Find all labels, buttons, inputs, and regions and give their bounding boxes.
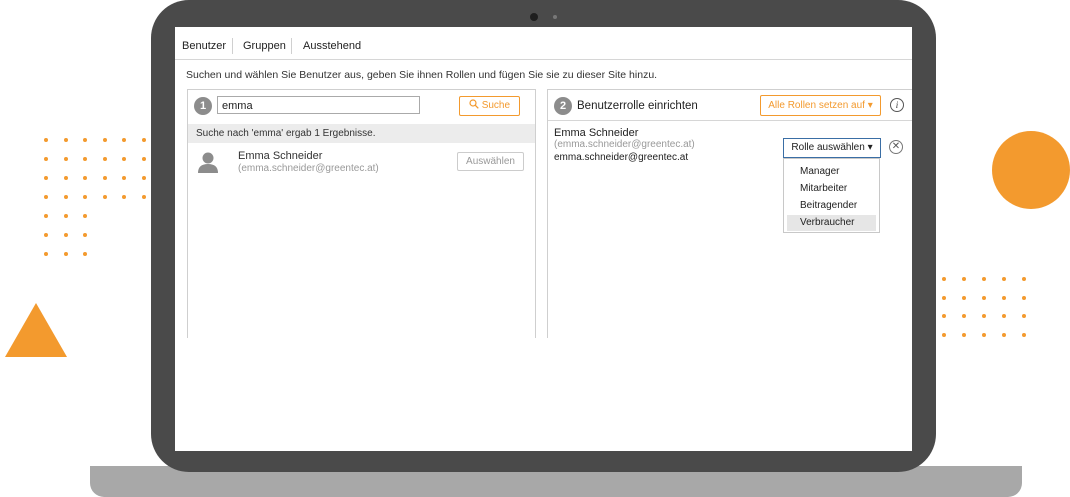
decorative-dot — [982, 295, 986, 300]
user-silhouette-icon — [198, 152, 218, 173]
tab-divider — [291, 38, 292, 54]
decorative-dot — [44, 252, 48, 256]
decorative-dot — [63, 214, 68, 218]
decorative-dot — [1002, 295, 1006, 300]
decorative-dot — [63, 195, 68, 199]
tab-gruppen[interactable]: Gruppen — [243, 40, 286, 52]
decorative-dot — [83, 176, 87, 180]
panel-title: Benutzerrolle einrichten — [577, 100, 698, 112]
decorative-dot — [1002, 314, 1006, 318]
search-button[interactable]: Suche — [459, 96, 520, 116]
decorative-triangle — [5, 303, 67, 357]
role-select-dropdown[interactable]: Rolle auswählen ▾ — [783, 138, 881, 158]
selected-user: Emma Schneider (emma.schneider@greentec.… — [554, 127, 769, 164]
decorative-dot — [63, 157, 68, 161]
camera-icon — [530, 13, 538, 21]
role-option-verbraucher[interactable]: Verbraucher — [787, 215, 876, 231]
role-option-beitragender[interactable]: Beitragender — [784, 198, 879, 214]
decorative-dot — [942, 314, 946, 318]
decorative-dot — [44, 157, 48, 161]
decorative-dot — [44, 233, 48, 237]
selected-user-email-paren: (emma.schneider@greentec.at) — [554, 139, 695, 150]
decorative-dot — [122, 176, 126, 180]
decorative-dot — [982, 332, 986, 337]
app-screen: Benutzer Gruppen Ausstehend Suchen und w… — [175, 27, 912, 451]
decorative-dot — [141, 157, 146, 161]
decorative-dot — [942, 277, 946, 281]
laptop-frame: Benutzer Gruppen Ausstehend Suchen und w… — [151, 0, 936, 472]
decorative-dot — [1002, 277, 1006, 281]
decorative-dot — [982, 277, 986, 281]
role-option-mitarbeiter[interactable]: Mitarbeiter — [784, 181, 879, 197]
result-user-name: Emma Schneider — [238, 150, 323, 162]
decorative-dot — [962, 277, 966, 281]
select-user-button[interactable]: Auswählen — [457, 152, 524, 171]
tab-bar: Benutzer Gruppen Ausstehend — [175, 27, 912, 60]
panel-divider — [548, 120, 912, 121]
decorative-dot — [122, 195, 126, 199]
decorative-dot — [962, 332, 966, 337]
decorative-dot — [122, 138, 126, 142]
tab-divider — [232, 38, 233, 54]
search-panel: 1 emma Suche Suche nach 'emma' ergab 1 E… — [187, 89, 536, 338]
decorative-dot — [102, 176, 107, 180]
role-panel: 2 Benutzerrolle einrichten Alle Rollen s… — [547, 89, 912, 338]
decorative-dot — [83, 214, 87, 218]
decorative-dot — [982, 314, 986, 318]
result-user-email: (emma.schneider@greentec.at) — [238, 163, 379, 174]
selected-user-email: emma.schneider@greentec.at — [554, 152, 689, 163]
role-option-manager[interactable]: Manager — [784, 164, 879, 180]
camera-sensor-icon — [553, 15, 557, 19]
decorative-dot — [141, 195, 146, 199]
close-circle-icon[interactable]: ✕ — [889, 140, 903, 154]
decorative-dot — [962, 295, 966, 300]
decorative-dot — [1022, 295, 1026, 300]
decorative-dot — [102, 195, 107, 199]
decorative-dot — [1022, 332, 1026, 337]
decorative-dot — [83, 233, 87, 237]
decorative-dot — [962, 314, 966, 318]
decorative-dot — [44, 195, 48, 199]
decorative-dot — [83, 252, 87, 256]
decorative-dot — [63, 138, 68, 142]
decorative-dot — [1022, 314, 1026, 318]
instruction-text: Suchen und wählen Sie Benutzer aus, gebe… — [186, 69, 658, 81]
magnifier-icon — [469, 99, 479, 109]
selected-user-name: Emma Schneider — [554, 127, 639, 139]
decorative-dot — [63, 233, 68, 237]
decorative-dot — [102, 138, 107, 142]
decorative-dot — [83, 157, 87, 161]
decorative-dot — [63, 176, 68, 180]
decorative-dot — [141, 138, 146, 142]
step-badge: 1 — [194, 97, 212, 115]
search-button-label: Suche — [481, 100, 511, 111]
tab-benutzer[interactable]: Benutzer — [182, 40, 226, 52]
decorative-dot — [141, 176, 146, 180]
set-all-roles-button[interactable]: Alle Rollen setzen auf ▾ — [760, 95, 881, 116]
result-summary: Suche nach 'emma' ergab 1 Ergebnisse. — [188, 124, 535, 143]
decorative-dot — [44, 138, 48, 142]
tab-ausstehend[interactable]: Ausstehend — [303, 40, 361, 52]
decorative-dot — [83, 195, 87, 199]
decorative-dot — [942, 295, 946, 300]
decorative-dot — [44, 176, 48, 180]
decorative-circle — [992, 131, 1070, 209]
info-icon[interactable]: i — [890, 98, 904, 112]
step-badge: 2 — [554, 97, 572, 115]
decorative-dot — [83, 138, 87, 142]
decorative-dot — [63, 252, 68, 256]
decorative-dot — [1002, 332, 1006, 337]
search-input[interactable]: emma — [217, 96, 420, 114]
decorative-dot — [122, 157, 126, 161]
search-result-user: Emma Schneider (emma.schneider@greentec.… — [238, 150, 438, 175]
role-options-menu: Manager Mitarbeiter Beitragender Verbrau… — [783, 158, 880, 233]
decorative-dot — [102, 157, 107, 161]
decorative-dot — [942, 332, 946, 337]
decorative-dot — [1022, 277, 1026, 281]
decorative-dot — [44, 214, 48, 218]
